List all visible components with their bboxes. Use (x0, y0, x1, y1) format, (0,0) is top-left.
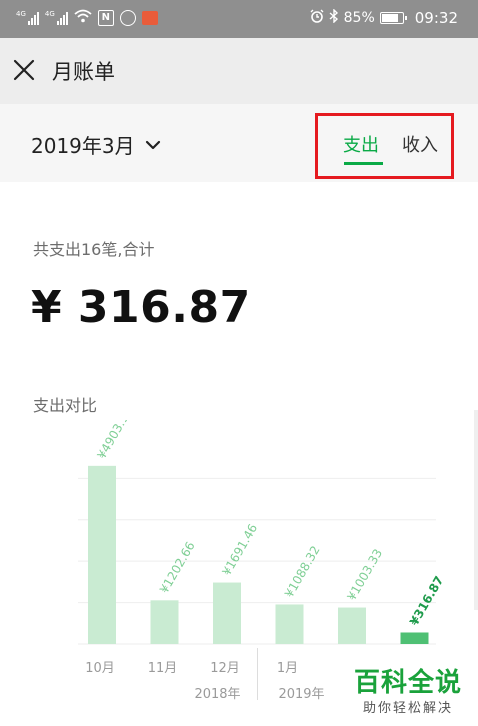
alarm-icon (310, 9, 324, 27)
chart-tick-label: 11月 (148, 661, 178, 676)
signal-icon: 4G (16, 11, 39, 25)
notification-app-icon (119, 10, 136, 26)
chevron-down-icon (145, 135, 161, 154)
watermark-sub: 助你轻松解决 (362, 701, 453, 716)
signal-icon-2: 4G (45, 11, 68, 25)
notification-flag-icon (141, 11, 158, 25)
chart-data-label: ¥1691.46 (219, 521, 260, 578)
chart-data-label: ¥1003.33 (344, 546, 385, 603)
chart-tick-label: 10月 (85, 661, 115, 676)
chart-data-label: ¥4903.10 (94, 420, 135, 461)
chart-bar[interactable] (275, 604, 304, 644)
chart-bar[interactable] (88, 465, 116, 644)
tab-expense[interactable]: 支出 (343, 131, 379, 157)
chart-bar[interactable] (338, 607, 366, 644)
bluetooth-icon (329, 8, 339, 27)
chart-data-label: ¥1202.66 (157, 539, 198, 596)
battery-icon (379, 12, 407, 24)
wifi-icon (74, 9, 92, 27)
chart-year-label: 2019年 (278, 687, 324, 702)
chart-bar[interactable] (213, 582, 241, 644)
status-bar: 4G 4G N 85% 09:32 (0, 0, 478, 38)
summary-label: 共支出16笔,合计 (33, 240, 155, 259)
clock: 09:32 (414, 9, 458, 27)
month-label: 2019年3月 (31, 134, 135, 158)
page-title: 月账单 (52, 60, 115, 84)
chart-data-label: ¥1088.32 (282, 543, 323, 600)
tab-income[interactable]: 收入 (402, 131, 438, 157)
chart-year-label: 2018年 (194, 687, 240, 702)
month-bar: 2019年3月 支出 收入 (0, 104, 478, 182)
status-right: 85% 09:32 (310, 8, 458, 27)
tab-active-underline (344, 162, 383, 165)
chart-data-label: ¥316.87 (407, 574, 446, 628)
summary-amount: ¥ 316.87 (31, 282, 251, 333)
nfc-icon: N (97, 10, 114, 26)
chart-title: 支出对比 (33, 396, 98, 415)
chart-bar[interactable] (400, 632, 429, 644)
chart-bar[interactable] (150, 600, 179, 644)
chart-tick-label: 1月 (277, 661, 298, 676)
close-icon[interactable] (12, 58, 36, 82)
month-selector[interactable]: 2019年3月 (31, 130, 161, 159)
watermark-logo: 百科全说 助你轻松解决 (354, 662, 462, 716)
battery-percent: 85% (343, 10, 375, 26)
watermark-main: 百科全说 (353, 668, 462, 698)
chart-tick-label: 12月 (210, 661, 240, 676)
status-left: 4G 4G N (16, 9, 158, 27)
scroll-edge (474, 410, 478, 610)
app-bar: 月账单 (0, 38, 478, 104)
